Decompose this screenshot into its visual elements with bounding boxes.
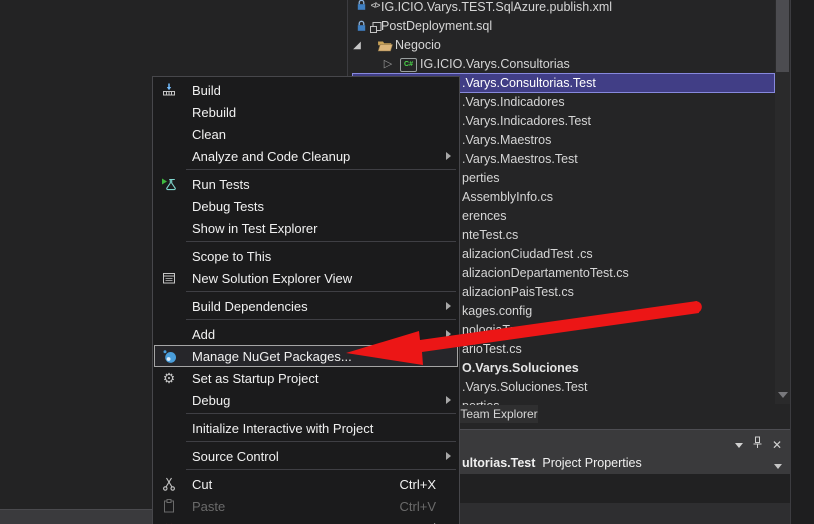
menu-separator [186,469,456,470]
menu-item-build[interactable]: Build [154,79,458,101]
scissors-icon [160,476,178,492]
tree-row[interactable]: PostDeployment.sql [381,17,492,36]
menu-item-show-in-test-explorer[interactable]: Show in Test Explorer [154,217,458,239]
menu-separator [186,319,456,320]
menu-separator [186,241,456,242]
tab-team-explorer[interactable]: Team Explorer [460,405,538,423]
collapsed-chevron-icon[interactable]: ▷ [382,55,394,74]
tree-row[interactable]: nteTest.cs [462,226,518,245]
remove-x-icon: ✕ [160,520,178,524]
menu-item-run-tests[interactable]: Run Tests [154,173,458,195]
visual-studio-window: </> IG.ICIO.Varys.TEST.SqlAzure.publish.… [0,0,814,524]
menu-separator [186,413,456,414]
menu-item-manage-nuget-packages[interactable]: Manage NuGet Packages... [154,345,458,367]
expanded-chevron-icon[interactable]: ◢ [351,36,363,55]
menu-item-debug-tests[interactable]: Debug Tests [154,195,458,217]
xml-file-icon: </> [368,0,382,15]
tree-row[interactable]: .Varys.Maestros.Test [462,150,578,169]
tree-row[interactable]: alizacionDepartamentoTest.cs [462,264,629,283]
scrollbar-down-arrow-icon[interactable] [778,392,788,398]
menu-item-new-solution-explorer-view[interactable]: New Solution Explorer View [154,267,458,289]
run-tests-icon [160,176,178,192]
lock-icon [355,0,367,15]
menu-item-source-control[interactable]: Source Control [154,445,458,467]
menu-item-add[interactable]: Add [154,323,458,345]
tree-row[interactable]: nologiaTest.cs [462,321,541,340]
submenu-arrow-icon [446,452,451,460]
menu-item-set-as-startup-project[interactable]: ⚙ Set as Startup Project [154,367,458,389]
menu-item-rebuild[interactable]: Rebuild [154,101,458,123]
properties-title-bar: ✕ ultorias.Test Project Properties [455,429,790,475]
new-solution-explorer-view-icon [160,270,178,286]
menu-item-scope-to-this[interactable]: Scope to This [154,245,458,267]
gear-icon: ⚙ [160,370,178,386]
menu-item-paste[interactable]: Paste Ctrl+V [154,495,458,517]
menu-separator [186,169,456,170]
menu-separator [186,291,456,292]
properties-body [455,474,790,503]
sql-file-icon [367,17,383,36]
combobox-dropdown-icon[interactable] [774,464,782,469]
window-position-icon[interactable] [735,443,743,448]
tree-row[interactable]: </> IG.ICIO.Varys.TEST.SqlAzure.publish.… [381,0,612,17]
menu-item-debug[interactable]: Debug [154,389,458,411]
csharp-project-icon: C# [400,55,417,74]
menu-item-build-dependencies[interactable]: Build Dependencies [154,295,458,317]
clipboard-icon [160,498,178,514]
menu-separator [186,441,456,442]
menu-item-remove[interactable]: ✕ Remove Del [154,517,458,524]
tree-row[interactable]: .Varys.Indicadores.Test [462,112,591,131]
explorer-scrollbar[interactable] [775,0,790,404]
tree-row-selected-consultorias-test[interactable]: .Varys.Consultorias.Test [462,74,596,93]
submenu-arrow-icon [446,302,451,310]
tree-row[interactable]: perties [462,169,500,188]
right-edge-column [790,0,814,524]
menu-item-initialize-interactive[interactable]: Initialize Interactive with Project [154,417,458,439]
build-icon [160,82,178,98]
tree-row[interactable]: .Varys.Maestros [462,131,551,150]
tree-row[interactable]: alizacionPaisTest.cs [462,283,574,302]
submenu-arrow-icon [446,396,451,404]
tree-row[interactable]: .Varys.Indicadores [462,93,565,112]
tree-row[interactable]: .Varys.Soluciones.Test [462,378,588,397]
submenu-arrow-icon [446,330,451,338]
tree-row[interactable]: AssemblyInfo.cs [462,188,553,207]
close-icon[interactable]: ✕ [772,439,782,451]
submenu-arrow-icon [446,152,451,160]
menu-item-clean[interactable]: Clean [154,123,458,145]
tree-row[interactable]: erences [462,207,506,226]
tree-row-startup-project[interactable]: O.Varys.Soluciones [462,359,579,378]
properties-object-combobox[interactable]: ultorias.Test Project Properties [462,456,642,470]
nuget-icon [160,348,178,364]
lock-icon [355,17,367,36]
folder-icon [376,36,393,55]
properties-footer [455,503,790,524]
tree-row[interactable]: alizacionCiudadTest .cs [462,245,593,264]
properties-panel: ✕ ultorias.Test Project Properties [455,429,790,524]
menu-item-analyze-code-cleanup[interactable]: Analyze and Code Cleanup [154,145,458,167]
tree-row[interactable]: arioTest.cs [462,340,522,359]
pin-icon[interactable] [752,436,763,454]
tree-row-project-consultorias[interactable]: ▷ C# IG.ICIO.Varys.Consultorias [420,55,570,74]
scrollbar-thumb[interactable] [776,0,789,72]
project-context-menu: Build Rebuild Clean Analyze and Code Cle… [152,76,460,524]
tree-row[interactable]: kages.config [462,302,532,321]
tree-row-folder-negocio[interactable]: ◢ Negocio [395,36,441,55]
menu-item-cut[interactable]: Cut Ctrl+X [154,473,458,495]
